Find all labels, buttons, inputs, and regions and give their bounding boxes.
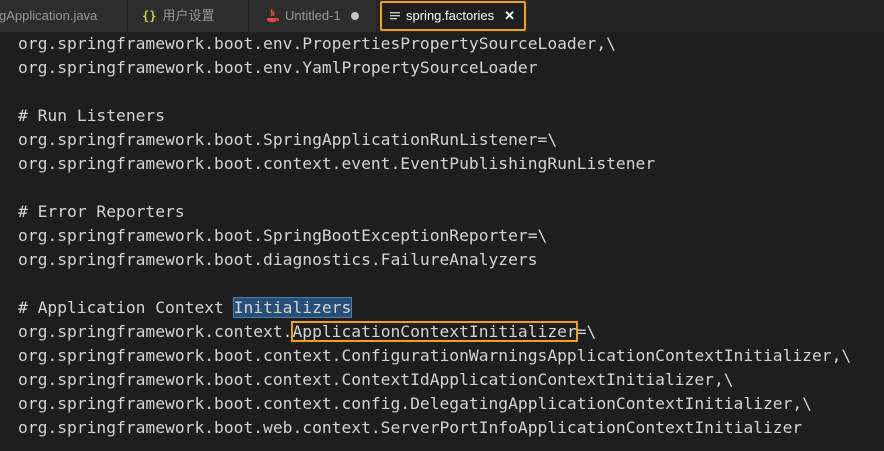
lines-icon	[390, 11, 400, 21]
code-line: org.springframework.boot.web.context.Ser…	[18, 418, 803, 437]
code-line: org.springframework.boot.diagnostics.Fai…	[18, 250, 538, 269]
code-line: org.springframework.boot.SpringBootExcep…	[18, 226, 548, 245]
code-line: # Error Reporters	[18, 202, 185, 221]
code-text: =\	[576, 322, 597, 341]
code-line: org.springframework.boot.context.event.E…	[18, 154, 656, 173]
code-line: org.springframework.boot.context.Context…	[18, 370, 734, 389]
java-icon	[265, 8, 279, 24]
code-line: org.springframework.boot.SpringApplicati…	[18, 130, 558, 149]
code-editor[interactable]: org.springframework.boot.env.PropertiesP…	[0, 32, 884, 451]
close-icon[interactable]: ✕	[504, 8, 515, 24]
tab-untitled-1[interactable]: Untitled-1	[249, 0, 377, 32]
tab-user-settings[interactable]: {} 用户设置	[128, 0, 249, 32]
selected-text: Initializers	[232, 297, 353, 318]
code-line: # Run Listeners	[18, 106, 166, 125]
tab-bar: gApplication.java {} 用户设置 Untitled-1 spr…	[0, 0, 884, 32]
code-line: org.springframework.boot.env.YamlPropert…	[18, 58, 538, 77]
braces-icon: {}	[142, 9, 157, 23]
tab-label: 用户设置	[162, 8, 215, 23]
code-line: org.springframework.context.ApplicationC…	[18, 320, 596, 344]
code-line: org.springframework.boot.context.config.…	[18, 394, 812, 413]
tab-label: Untitled-1	[285, 8, 341, 23]
code-line: # Application Context Initializers	[18, 296, 353, 320]
code-text: # Application Context	[18, 298, 234, 317]
code-text: org.springframework.context.	[18, 322, 293, 341]
code-line: org.springframework.boot.context.Configu…	[18, 346, 852, 365]
code-line: org.springframework.boot.env.PropertiesP…	[18, 34, 616, 53]
unsaved-dot-icon	[350, 12, 359, 20]
highlighted-class-name: ApplicationContextInitializer	[291, 321, 578, 342]
tab-label: gApplication.java	[0, 8, 98, 23]
tab-label: spring.factories	[406, 8, 495, 23]
tab-application-java[interactable]: gApplication.java	[0, 0, 128, 32]
tab-spring-factories[interactable]: spring.factories ✕	[380, 1, 526, 31]
